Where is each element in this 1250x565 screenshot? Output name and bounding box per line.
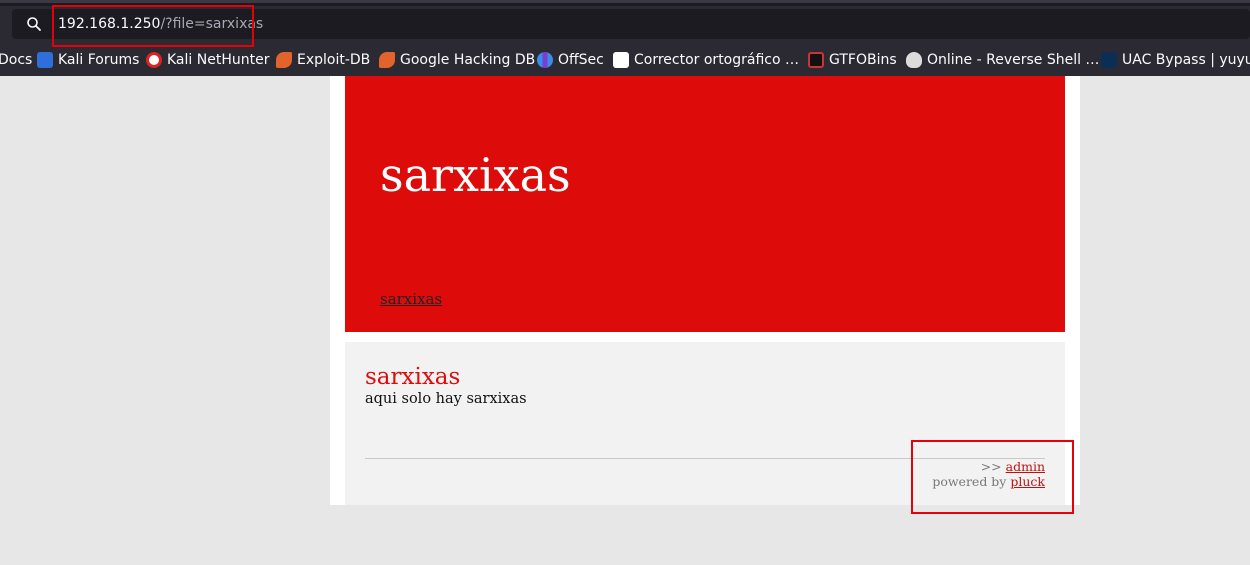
footer-highlight-box xyxy=(911,440,1074,514)
bookmark-gtfobins[interactable]: GTFOBins xyxy=(808,51,897,69)
exploit-db-icon xyxy=(276,52,292,68)
corrector-icon xyxy=(613,52,629,68)
tab-strip-edge xyxy=(0,0,1250,3)
bookmark-label: Google Hacking DB xyxy=(400,52,536,68)
bookmark-label: Docs xyxy=(0,52,33,68)
bookmark-label: Online - Reverse Shell … xyxy=(927,52,1100,68)
nav-link-sarxixas[interactable]: sarxixas xyxy=(380,290,442,308)
search-icon xyxy=(27,17,41,31)
page-text: aqui solo hay sarxixas xyxy=(365,391,527,407)
bookmark-corrector[interactable]: Corrector ortográfico … xyxy=(613,51,799,69)
bookmark-exploit-db[interactable]: Exploit-DB xyxy=(276,51,370,69)
bookmark-kali-forums[interactable]: Kali Forums xyxy=(37,51,139,69)
offsec-icon xyxy=(537,52,553,68)
gtfobins-icon xyxy=(808,52,824,68)
bookmark-kali-nethunter[interactable]: Kali NetHunter xyxy=(146,51,269,69)
url-highlight-box xyxy=(52,5,254,47)
bookmark-label: UAC Bypass | yuyudh xyxy=(1122,52,1250,68)
bookmark-label: Corrector ortográfico … xyxy=(634,52,799,68)
bookmark-docs[interactable]: Docs xyxy=(0,51,32,69)
bookmark-uac-bypass[interactable]: UAC Bypass | yuyudh xyxy=(1101,51,1250,69)
kali-nethunter-icon xyxy=(146,52,162,68)
skull-icon xyxy=(906,52,922,68)
bookmark-label: GTFOBins xyxy=(829,52,897,68)
bookmark-reverse-shell[interactable]: Online - Reverse Shell … xyxy=(906,51,1099,69)
bookmarks-toolbar: Docs Kali Forums Kali NetHunter Exploit-… xyxy=(0,42,1250,76)
bookmark-label: Kali Forums xyxy=(58,52,140,68)
site-header: sarxixas sarxixas xyxy=(345,76,1065,332)
site-title: sarxixas xyxy=(380,148,571,202)
bookmark-google-hacking-db[interactable]: Google Hacking DB xyxy=(379,51,535,69)
bookmark-label: Kali NetHunter xyxy=(167,52,270,68)
kali-forums-icon xyxy=(37,52,53,68)
page-title: sarxixas xyxy=(365,364,461,390)
bookmark-label: OffSec xyxy=(558,52,604,68)
uac-bypass-icon xyxy=(1101,52,1117,68)
bookmark-offsec[interactable]: OffSec xyxy=(537,51,604,69)
bookmark-label: Exploit-DB xyxy=(297,52,371,68)
google-hacking-db-icon xyxy=(379,52,395,68)
